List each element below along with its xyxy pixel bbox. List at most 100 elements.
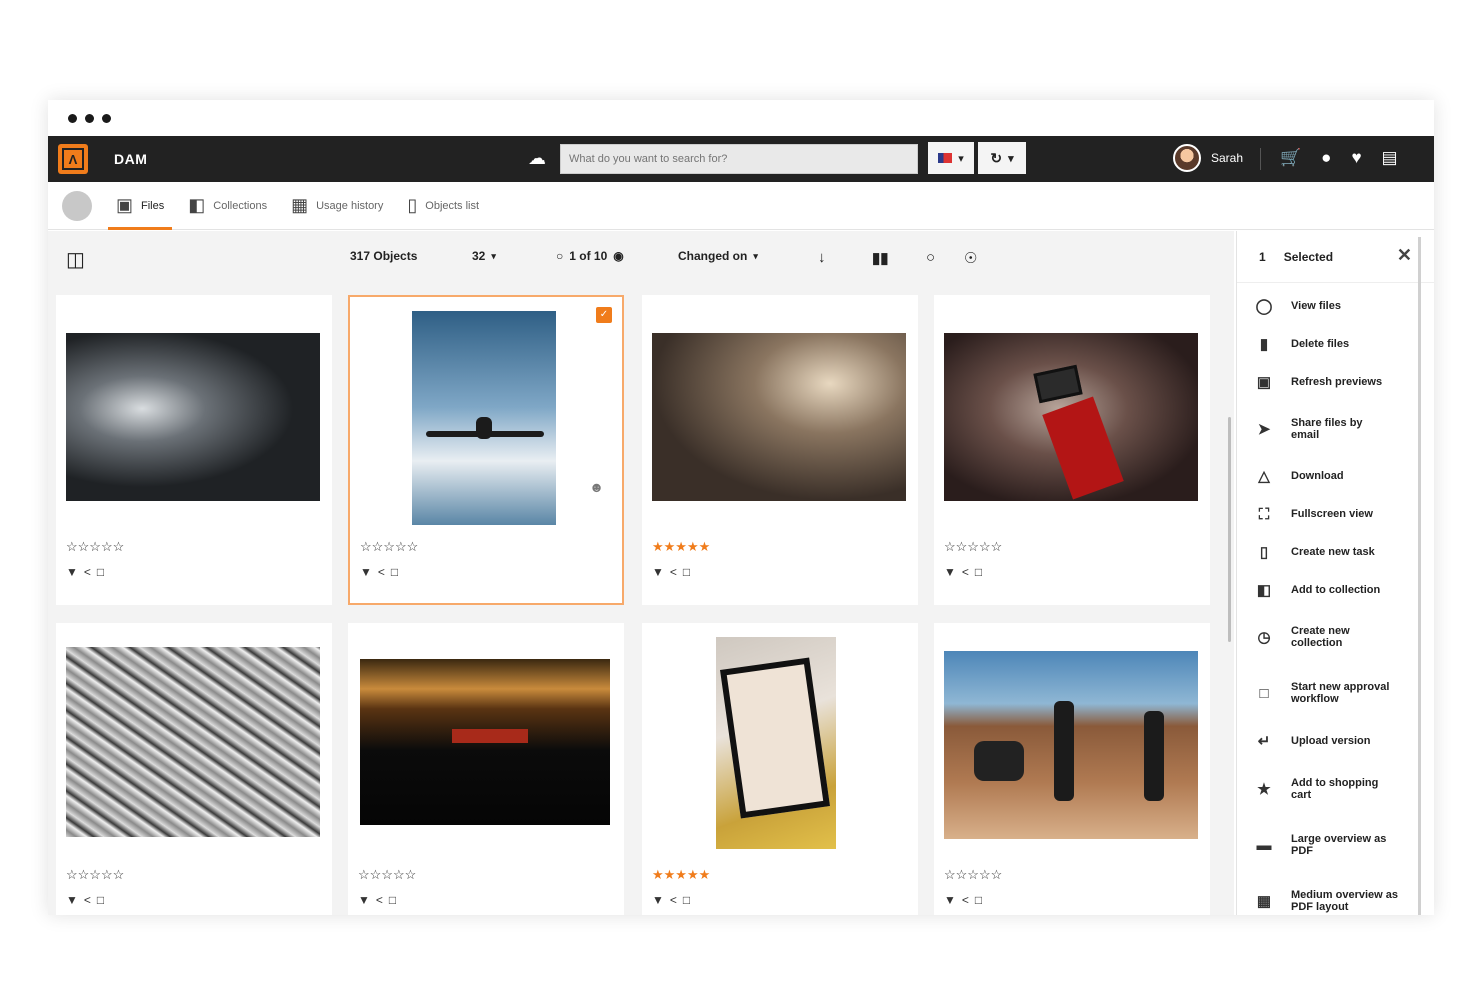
upload-cloud-icon[interactable]: ☁ <box>528 148 546 169</box>
shield-icon[interactable]: ▼ <box>360 565 372 579</box>
action-create-collection[interactable]: ◷ Create new collection <box>1237 609 1434 665</box>
thumbnail-portrait-frame[interactable] <box>716 637 836 849</box>
action-download[interactable]: △ Download <box>1237 457 1434 495</box>
file-card[interactable]: ☆☆☆☆☆ ▼ < □ <box>934 295 1210 605</box>
sort-direction-icon[interactable]: ↓ <box>818 249 826 266</box>
refresh-preview-icon: ▣ <box>1256 374 1272 391</box>
chevron-down-icon: ▾ <box>491 250 496 261</box>
grid-view-icon[interactable]: ▮▮ <box>872 249 889 267</box>
thumbnail-warehouse-shoot[interactable] <box>652 333 906 501</box>
shield-icon[interactable]: ▼ <box>358 893 370 907</box>
window-dot <box>85 113 94 123</box>
shield-icon[interactable]: ▼ <box>944 565 956 579</box>
action-upload-version[interactable]: ↵ Upload version <box>1237 721 1434 761</box>
search-input[interactable] <box>560 144 918 174</box>
user-menu[interactable]: Sarah <box>1173 144 1243 172</box>
share-icon[interactable]: < <box>84 565 91 579</box>
heart-icon[interactable]: ♥ <box>1351 148 1361 168</box>
file-card[interactable]: ☆☆☆☆☆ ▼ < □ <box>56 295 332 605</box>
copy-icon[interactable]: □ <box>975 893 982 907</box>
share-icon[interactable]: < <box>962 565 969 579</box>
sort-select[interactable]: Changed on ▾ <box>678 249 758 263</box>
cart-icon[interactable]: 🛒 <box>1280 148 1301 168</box>
per-page-select[interactable]: 32 ▾ <box>472 249 496 263</box>
grid-scrollbar[interactable] <box>1228 417 1231 642</box>
tab-usage-history[interactable]: ▦ Usage history <box>279 182 395 230</box>
tab-collections[interactable]: ◧ Collections <box>176 182 279 230</box>
thumbnail-studio-set[interactable] <box>66 333 320 501</box>
task-icon: ▯ <box>1259 544 1269 561</box>
selected-check-icon[interactable]: ✓ <box>596 307 612 323</box>
action-medium-pdf[interactable]: ▦ Medium overview as PDF layout <box>1237 873 1434 915</box>
tab-files[interactable]: ▣ Files <box>104 182 176 230</box>
share-icon[interactable]: < <box>84 893 91 907</box>
file-card[interactable]: ☆☆☆☆☆ ▼ < □ <box>56 623 332 915</box>
action-create-task[interactable]: ▯ Create new task <box>1237 533 1434 571</box>
rating-stars[interactable]: ★★★★★ <box>652 539 710 555</box>
chevron-down-icon: ▾ <box>753 250 758 261</box>
sidebar-toggle-icon[interactable]: ◫ <box>66 247 85 272</box>
file-card[interactable]: ✓ ☻ ☆☆☆☆☆ ▼ < □ <box>348 295 624 605</box>
copy-icon[interactable]: □ <box>97 893 104 907</box>
tab-objects-list[interactable]: ▯ Objects list <box>395 182 491 230</box>
logo-icon[interactable]: Λ <box>58 144 88 174</box>
copy-icon[interactable]: □ <box>683 565 690 579</box>
action-add-cart[interactable]: ★ Add to shopping cart <box>1237 761 1434 817</box>
thumbnail-comic-sketch[interactable] <box>66 647 320 837</box>
action-fullscreen[interactable]: ⛶ Fullscreen view <box>1237 495 1434 533</box>
rating-stars[interactable]: ☆☆☆☆☆ <box>360 539 418 555</box>
action-share-email[interactable]: ➤ Share files by email <box>1237 401 1434 457</box>
copy-icon[interactable]: □ <box>975 565 982 579</box>
share-icon[interactable]: < <box>670 565 677 579</box>
prev-page-icon[interactable]: ○ <box>556 249 563 263</box>
action-delete-files[interactable]: ▮ Delete files <box>1237 325 1434 363</box>
close-icon[interactable]: ✕ <box>1397 245 1412 266</box>
rating-stars[interactable]: ☆☆☆☆☆ <box>944 867 1002 883</box>
shield-icon[interactable]: ▼ <box>652 893 664 907</box>
app-window: Λ DAM ☁ ▾ ↻▾ Sarah 🛒 ● ♥ ▤ ▣ Files ◧ Col… <box>48 100 1434 915</box>
chevron-down-icon: ▾ <box>1008 152 1014 165</box>
file-card[interactable]: ★★★★★ ▼ < □ <box>642 623 918 915</box>
thumbnail-western-set[interactable] <box>944 651 1198 839</box>
action-refresh-previews[interactable]: ▣ Refresh previews <box>1237 363 1434 401</box>
shield-icon[interactable]: ▼ <box>944 893 956 907</box>
copy-icon[interactable]: □ <box>683 893 690 907</box>
thumbnail-stage-lights[interactable] <box>360 659 610 825</box>
window-dots <box>48 100 1434 136</box>
action-approval-workflow[interactable]: □ Start new approval workflow <box>1237 665 1434 721</box>
copy-icon[interactable]: □ <box>97 565 104 579</box>
action-list: ◯ View files ▮ Delete files ▣ Refresh previ… <box>1237 283 1434 915</box>
rating-stars[interactable]: ★★★★★ <box>652 867 710 883</box>
action-large-pdf[interactable]: ▬ Large overview as PDF <box>1237 817 1434 873</box>
copy-icon[interactable]: □ <box>391 565 398 579</box>
thumbnail-camera-monitor[interactable] <box>944 333 1198 501</box>
share-icon[interactable]: < <box>376 893 383 907</box>
history-select[interactable]: ↻ ▾ <box>978 142 1026 174</box>
rating-stars[interactable]: ☆☆☆☆☆ <box>66 539 124 555</box>
shield-icon[interactable]: ▼ <box>66 565 78 579</box>
action-view-files[interactable]: ◯ View files <box>1237 287 1434 325</box>
rating-stars[interactable]: ☆☆☆☆☆ <box>944 539 1002 555</box>
action-add-collection[interactable]: ◧ Add to collection <box>1237 571 1434 609</box>
copy-icon[interactable]: □ <box>389 893 396 907</box>
file-card[interactable]: ★★★★★ ▼ < □ <box>642 295 918 605</box>
select-all-icon[interactable]: ○ <box>926 249 935 266</box>
menu-icon[interactable]: ▤ <box>1382 148 1398 168</box>
panel-scrollbar[interactable] <box>1418 237 1421 915</box>
help-icon[interactable]: ● <box>1321 148 1331 168</box>
language-select[interactable]: ▾ <box>928 142 974 174</box>
shield-icon[interactable]: ▼ <box>66 893 78 907</box>
file-card[interactable]: ☆☆☆☆☆ ▼ < □ <box>348 623 624 915</box>
rating-stars[interactable]: ☆☆☆☆☆ <box>66 867 124 883</box>
thumbnail-airplane-sky[interactable] <box>412 311 556 525</box>
file-card[interactable]: ☆☆☆☆☆ ▼ < □ <box>934 623 1210 915</box>
share-icon[interactable]: < <box>378 565 385 579</box>
settings-icon[interactable]: ☉ <box>964 249 977 267</box>
share-icon[interactable]: < <box>962 893 969 907</box>
rating-stars[interactable]: ☆☆☆☆☆ <box>358 867 416 883</box>
share-icon[interactable]: < <box>670 893 677 907</box>
next-page-icon[interactable]: ◉ <box>613 249 623 263</box>
shield-icon[interactable]: ▼ <box>652 565 664 579</box>
download-icon: △ <box>1258 468 1270 485</box>
home-button[interactable] <box>62 190 92 221</box>
